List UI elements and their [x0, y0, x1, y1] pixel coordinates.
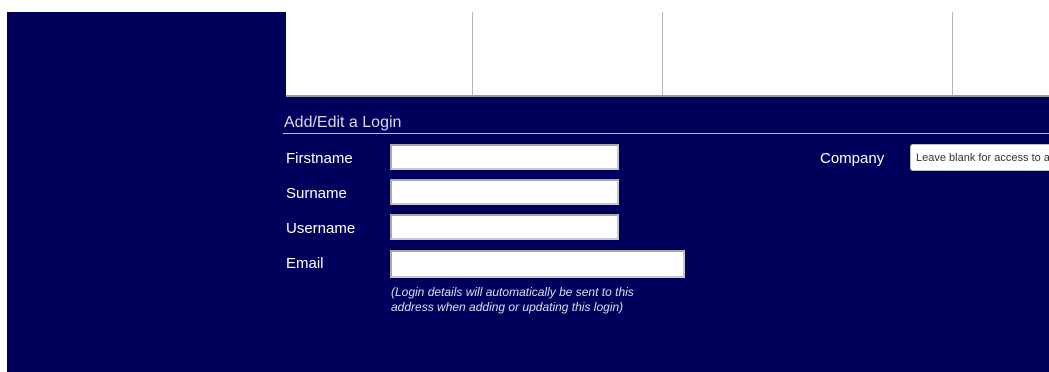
username-label: Username — [286, 220, 356, 237]
top-grid-area — [286, 12, 1049, 97]
surname-input[interactable] — [390, 179, 619, 205]
email-input[interactable] — [390, 250, 685, 278]
username-input[interactable] — [390, 214, 619, 240]
surname-label: Surname — [286, 185, 347, 202]
firstname-label: Firstname — [286, 150, 353, 167]
title-divider — [283, 133, 1049, 134]
email-help-line-2: address when adding or updating this log… — [391, 300, 624, 314]
email-label: Email — [286, 255, 324, 272]
company-label: Company — [820, 150, 885, 167]
grid-divider — [662, 12, 663, 95]
grid-divider — [472, 12, 473, 95]
firstname-input[interactable] — [390, 144, 619, 170]
email-help-text: (Login details will automatically be sen… — [391, 285, 711, 315]
grid-divider — [952, 12, 953, 95]
page: Add/Edit a Login Firstname Surname Usern… — [0, 0, 1049, 372]
email-help-line-1: (Login details will automatically be sen… — [391, 285, 634, 299]
company-input[interactable] — [910, 144, 1049, 171]
form-title: Add/Edit a Login — [284, 114, 402, 131]
